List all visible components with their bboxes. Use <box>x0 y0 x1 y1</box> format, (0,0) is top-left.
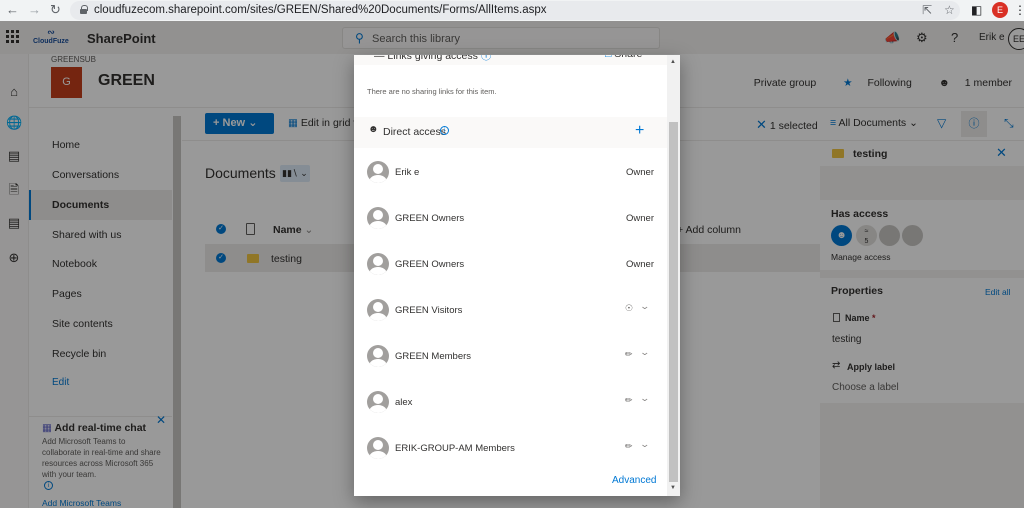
access-entry[interactable]: GREEN Members ✏ ⌄ <box>354 342 667 388</box>
edit-pencil-icon[interactable]: ✏ <box>625 349 633 360</box>
person-avatar-icon <box>367 253 389 275</box>
manage-access-panel: — Links giving access ⓘ □ Share There ar… <box>354 55 680 496</box>
browser-profile-avatar[interactable]: E <box>992 2 1008 18</box>
access-entry[interactable]: alex ✏ ⌄ <box>354 388 667 434</box>
bookmark-star-icon[interactable]: ☆ <box>944 3 955 17</box>
person-settings-icon: ☻ <box>368 124 379 135</box>
edit-pencil-icon[interactable]: ✏ <box>625 395 633 406</box>
person-avatar-icon <box>367 161 389 183</box>
entry-name: ERIK-GROUP-AM Members <box>395 443 515 454</box>
advanced-link[interactable]: Advanced <box>612 475 656 486</box>
info-icon: ⓘ <box>480 55 492 62</box>
panel-scroll-thumb[interactable] <box>669 122 678 482</box>
reload-icon[interactable]: ↻ <box>50 2 61 18</box>
entry-name: GREEN Visitors <box>395 305 463 316</box>
edit-pencil-icon[interactable]: ✏ <box>625 441 633 452</box>
person-avatar-icon <box>367 207 389 229</box>
share-page-icon[interactable]: ⇱ <box>922 3 932 17</box>
chevron-down-icon[interactable]: ⌄ <box>639 393 650 404</box>
person-avatar-icon <box>367 391 389 413</box>
chevron-down-icon[interactable]: ⌄ <box>639 301 650 312</box>
scroll-down-arrow-icon[interactable]: ▼ <box>670 485 676 491</box>
access-entry[interactable]: Erik e Owner <box>354 158 667 204</box>
no-links-message: There are no sharing links for this item… <box>367 87 497 96</box>
forward-arrow-icon[interactable]: → <box>28 2 41 17</box>
entry-role: Owner <box>626 259 654 270</box>
direct-access-title: Direct access <box>383 126 447 138</box>
side-panel-icon[interactable]: ◧ <box>971 3 982 17</box>
person-avatar-icon <box>367 299 389 321</box>
access-entry[interactable]: GREEN Visitors ☉ ⌄ <box>354 296 667 342</box>
chevron-down-icon[interactable]: ⌄ <box>639 439 650 450</box>
person-avatar-icon <box>367 437 389 459</box>
view-eye-icon[interactable]: ☉ <box>625 303 633 314</box>
entry-name: GREEN Members <box>395 351 472 362</box>
url-text[interactable]: cloudfuzecom.sharepoint.com/sites/GREEN/… <box>94 4 547 16</box>
chevron-down-icon[interactable]: ⌄ <box>639 347 650 358</box>
panel-scrollbar[interactable]: ▲ ▼ <box>667 55 680 496</box>
browser-toolbar: ← → ↻ cloudfuzecom.sharepoint.com/sites/… <box>0 0 1024 21</box>
entry-role: Owner <box>626 213 654 224</box>
share-icon: □ <box>605 55 611 60</box>
back-arrow-icon[interactable]: ← <box>6 2 19 17</box>
address-bar[interactable]: cloudfuzecom.sharepoint.com/sites/GREEN/… <box>70 1 960 20</box>
entry-name: Erik e <box>395 167 420 178</box>
lock-icon <box>80 5 88 14</box>
links-title: — Links giving access ⓘ <box>374 55 491 63</box>
entry-name: alex <box>395 397 413 408</box>
scroll-up-arrow-icon[interactable]: ▲ <box>670 59 676 65</box>
share-button[interactable]: □ Share <box>605 55 642 60</box>
access-entry[interactable]: ERIK-GROUP-AM Members ✏ ⌄ <box>354 434 667 480</box>
access-entry[interactable]: GREEN Owners Owner <box>354 250 667 296</box>
access-entry[interactable]: GREEN Owners Owner <box>354 204 667 250</box>
add-people-button[interactable]: + <box>635 122 644 140</box>
entry-role: Owner <box>626 167 654 178</box>
direct-access-header: ☻ Direct access i + <box>354 117 667 148</box>
links-giving-access-header: — Links giving access ⓘ □ Share <box>354 55 667 65</box>
info-icon[interactable]: i <box>440 126 449 135</box>
entry-name: GREEN Owners <box>395 259 465 270</box>
entry-name: GREEN Owners <box>395 213 465 224</box>
person-avatar-icon <box>367 345 389 367</box>
more-menu-icon[interactable]: ⋮ <box>1014 3 1024 17</box>
